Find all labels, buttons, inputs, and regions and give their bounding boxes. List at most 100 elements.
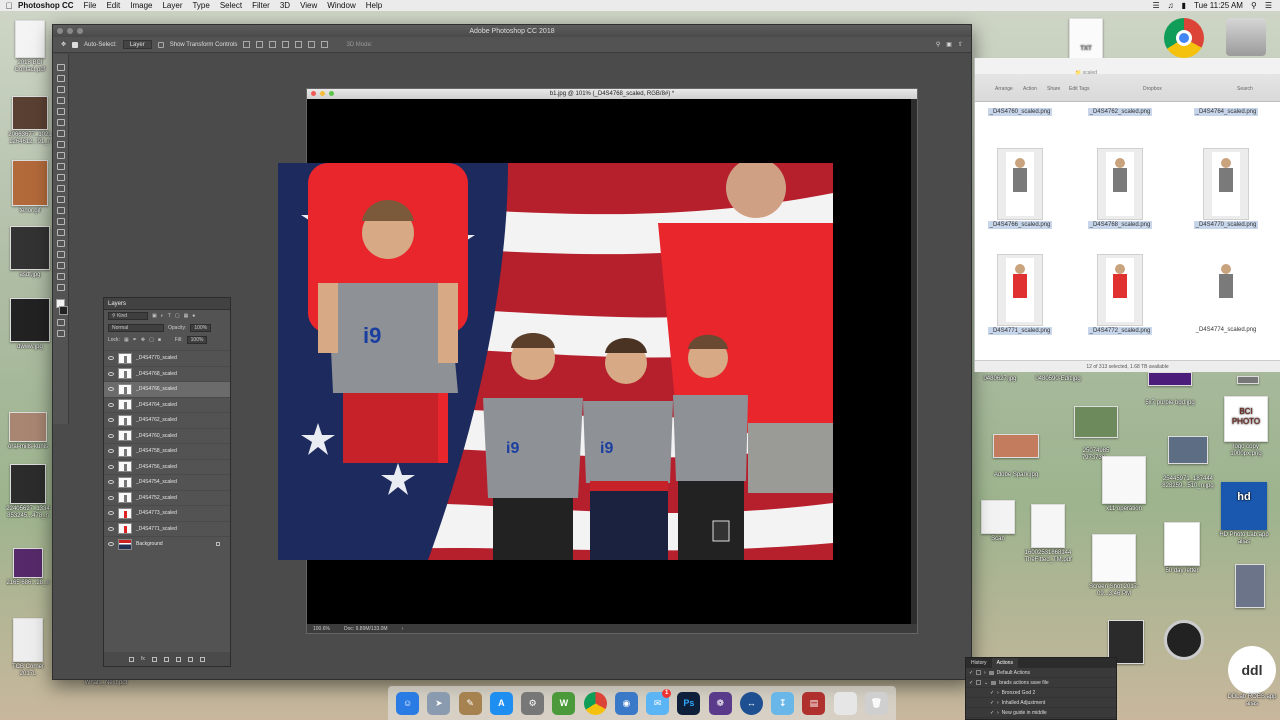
- canvas-image[interactable]: i9 i9 i9: [278, 163, 833, 560]
- notification-icon[interactable]: ☰: [1265, 1, 1272, 10]
- finder-folder-name[interactable]: scaled: [1083, 70, 1097, 76]
- lasso-tool-icon[interactable]: [56, 86, 65, 93]
- desktop-file-50-day-letter[interactable]: 50 day letter: [1158, 522, 1206, 575]
- menu-help[interactable]: Help: [366, 1, 382, 10]
- apple-icon[interactable]: : [0, 1, 18, 11]
- desktop-file-25445971[interactable]: 25445971_187444 828259...510_n.jpg: [1158, 436, 1218, 490]
- layer-row[interactable]: _D4S4756_scaled: [104, 458, 230, 475]
- chrome-dock-icon[interactable]: [583, 691, 607, 715]
- move-tool-icon[interactable]: [56, 64, 65, 71]
- gradient-tool-icon[interactable]: [56, 185, 65, 192]
- files-dock-icon[interactable]: [833, 691, 857, 715]
- layer-row[interactable]: _D4S4758_scaled: [104, 443, 230, 459]
- layer-row[interactable]: _D4S4764_scaled: [104, 396, 230, 413]
- adjustment-layer-icon[interactable]: [163, 656, 169, 662]
- marquee-tool-icon[interactable]: [56, 75, 65, 82]
- align-right-icon[interactable]: [308, 41, 316, 48]
- layer-row[interactable]: _D4S4752_scaled: [104, 489, 230, 506]
- status-arrow-icon[interactable]: ›: [402, 626, 404, 632]
- distribute-icon[interactable]: [321, 41, 329, 48]
- clock[interactable]: Tue 11:25 AM: [1194, 1, 1243, 10]
- action-set-row[interactable]: ✓ ⌄ brads actions save file: [966, 678, 1116, 688]
- menu-view[interactable]: View: [300, 1, 317, 10]
- document-dock-icon[interactable]: ▤: [802, 691, 826, 715]
- disclosure-icon[interactable]: ⌄: [984, 680, 988, 686]
- checkmark-icon[interactable]: ✓: [969, 680, 973, 686]
- downloads-dock-icon[interactable]: ↧: [771, 691, 795, 715]
- search-field[interactable]: Search: [1237, 86, 1253, 92]
- desktop-file-dwww[interactable]: dwww.jpg: [6, 298, 54, 351]
- more-tools-icon[interactable]: [56, 284, 65, 291]
- lock-artboard-icon[interactable]: ▢: [149, 337, 154, 343]
- workspace-icon[interactable]: ▣: [946, 41, 952, 48]
- dialog-toggle-icon[interactable]: [976, 680, 981, 685]
- close-button[interactable]: [57, 28, 63, 34]
- layer-row[interactable]: _D4S4770_scaled: [104, 350, 230, 366]
- messages-dock-icon[interactable]: ✉ 1: [646, 688, 672, 715]
- crop-tool-icon[interactable]: [56, 108, 65, 115]
- action-set-row[interactable]: ✓ › Default Actions: [966, 668, 1116, 678]
- finder-file-item[interactable]: _D4S4764_scaled.png: [1181, 108, 1271, 116]
- finder-file-item[interactable]: _D4S4762_scaled.png: [1075, 108, 1165, 116]
- checkmark-icon[interactable]: ✓: [990, 700, 994, 706]
- desktop-file-photo-2[interactable]: 22405627_1334 853245...478_n: [4, 464, 52, 520]
- desktop-file-adobe-spark[interactable]: Adobe Spark.jpg: [992, 434, 1040, 479]
- auto-select-dropdown[interactable]: Layer: [122, 40, 152, 49]
- visibility-eye-icon[interactable]: [108, 402, 114, 407]
- layer-row[interactable]: _D4S4754_scaled: [104, 474, 230, 490]
- quick-mask-icon[interactable]: [56, 319, 65, 326]
- align-left-icon[interactable]: [282, 41, 290, 48]
- align-vcenter-icon[interactable]: [256, 41, 264, 48]
- chrome-icon[interactable]: [1160, 18, 1208, 58]
- visibility-eye-icon[interactable]: [108, 433, 114, 438]
- document-tab[interactable]: b1.jpg @ 101% (_D4S4768_scaled, RGB/8#) …: [307, 89, 917, 99]
- zoom-button[interactable]: [77, 28, 83, 34]
- disclosure-icon[interactable]: ›: [997, 690, 999, 696]
- minimize-button[interactable]: [67, 28, 73, 34]
- action-row[interactable]: ✓ › New guide in middle: [966, 708, 1116, 718]
- desktop-file-photo-3[interactable]: 2165 686...28_n: [4, 548, 52, 587]
- layer-row-selected[interactable]: _D4S4766_scaled: [104, 381, 230, 397]
- brush-tool-icon[interactable]: [56, 141, 65, 148]
- hand-tool-icon[interactable]: [56, 262, 65, 269]
- desktop-file-oral[interactable]: oral-mills-kunis: [4, 412, 52, 451]
- desktop-file-award[interactable]: [1160, 620, 1208, 660]
- checkmark-icon[interactable]: ✓: [990, 690, 994, 696]
- visibility-eye-icon[interactable]: [108, 495, 114, 500]
- desktop-file-scan[interactable]: Scan: [974, 500, 1022, 543]
- eraser-tool-icon[interactable]: [56, 174, 65, 181]
- desktop-file-25074985[interactable]: 25074985 7973738...: [1072, 406, 1120, 462]
- spotlight-icon[interactable]: ⚲: [1251, 1, 1257, 10]
- doc-minimize-button[interactable]: [320, 91, 325, 96]
- notes-dock-icon[interactable]: ✎: [458, 691, 482, 715]
- desktop-folder-2018[interactable]: 2018: [1224, 376, 1272, 386]
- dropbox-button[interactable]: Dropbox: [1143, 86, 1162, 92]
- desktop-file-tenor[interactable]: tenor.gif: [6, 160, 54, 215]
- visibility-eye-icon[interactable]: [108, 418, 114, 423]
- opacity-field[interactable]: 100%: [190, 324, 212, 332]
- search-icon[interactable]: ⚲: [936, 41, 940, 48]
- desktop-file-bci-logo[interactable]: BCI PHOTO logo copy 1000px.png: [1222, 396, 1270, 458]
- desktop-file-photo-1[interactable]: 20663677_1021 1264612...91_n: [6, 96, 54, 146]
- dodge-tool-icon[interactable]: [56, 207, 65, 214]
- filter-smart-icon[interactable]: ▦: [184, 313, 189, 319]
- desktop-file-contact-pdf[interactable]: 2018 BCI Contact.pdf: [6, 20, 54, 74]
- disclosure-icon[interactable]: ›: [984, 670, 986, 676]
- action-row[interactable]: ✓ › Inhalled Adjustment: [966, 698, 1116, 708]
- menu-layer[interactable]: Layer: [162, 1, 182, 10]
- wizard-dock-icon[interactable]: W: [552, 691, 576, 715]
- new-group-icon[interactable]: [175, 656, 181, 662]
- desktop-file-x11[interactable]: x11 operation: [1100, 456, 1148, 513]
- visibility-eye-icon[interactable]: [108, 464, 114, 469]
- photoshop-dock-icon[interactable]: Ps: [677, 691, 701, 715]
- menu-image[interactable]: Image: [130, 1, 152, 10]
- visibility-eye-icon[interactable]: [108, 449, 114, 454]
- checkmark-icon[interactable]: ✓: [969, 670, 973, 676]
- doc-close-button[interactable]: [311, 91, 316, 96]
- layer-row[interactable]: _D4S4768_scaled: [104, 365, 230, 382]
- menu-window[interactable]: Window: [327, 1, 355, 10]
- visibility-eye-icon[interactable]: [108, 526, 114, 531]
- menu-3d[interactable]: 3D: [280, 1, 290, 10]
- fx-icon[interactable]: fx: [141, 656, 145, 662]
- visibility-eye-icon[interactable]: [108, 511, 114, 516]
